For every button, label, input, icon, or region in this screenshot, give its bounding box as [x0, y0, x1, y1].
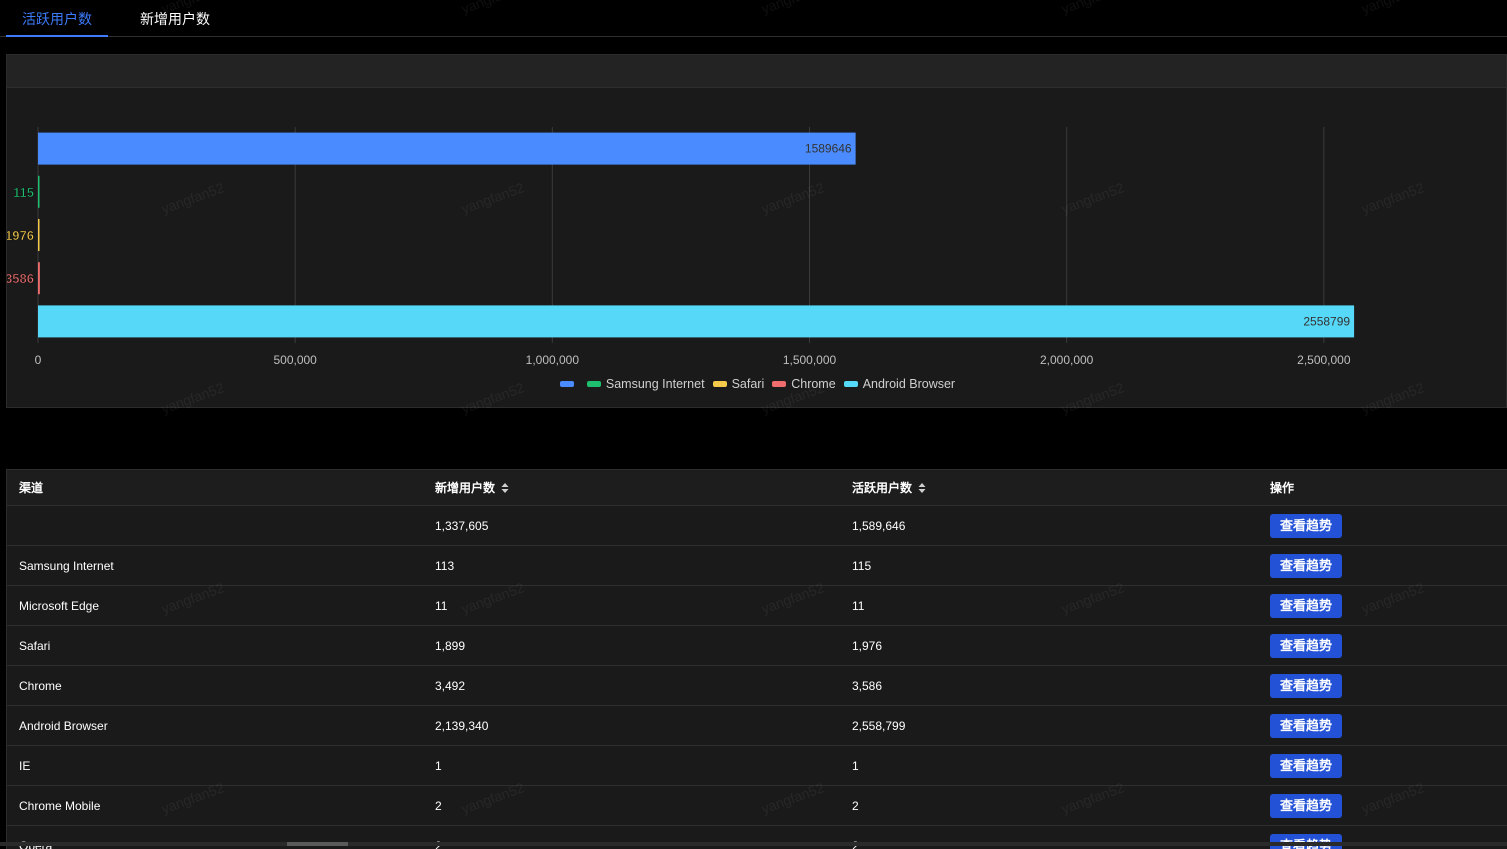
bar [38, 262, 40, 294]
cell-active-users: 3,586 [852, 666, 882, 705]
legend-item[interactable]: Android Browser [844, 377, 955, 391]
view-trend-button[interactable]: 查看趋势 [1270, 794, 1342, 818]
legend-item[interactable]: Safari [713, 377, 765, 391]
cell-channel: Chrome [19, 666, 62, 705]
cell-action: 查看趋势 [1270, 746, 1342, 785]
cell-action: 查看趋势 [1270, 626, 1342, 665]
legend-swatch [560, 381, 574, 387]
bar-value-label: 1589646 [805, 142, 852, 156]
bar-chart: 0 500,000 1,000,000 1,500,000 2,000,000 2,500… [7, 55, 1507, 409]
cell-action: 查看趋势 [1270, 546, 1342, 585]
table-row: 1,337,605 1,589,646 查看趋势 [7, 506, 1507, 546]
bar-value-label: 1976 [7, 228, 34, 243]
table-row: Microsoft Edge 11 11 查看趋势 [7, 586, 1507, 626]
bar-value-label: 3586 [7, 271, 34, 286]
cell-action: 查看趋势 [1270, 786, 1342, 825]
table-row: Safari 1,899 1,976 查看趋势 [7, 626, 1507, 666]
tab-bar: 活跃用户数 新增用户数 [0, 0, 1507, 37]
cell-channel: Samsung Internet [19, 546, 114, 585]
sort-icon[interactable] [918, 482, 926, 494]
cell-action: 查看趋势 [1270, 706, 1342, 745]
header-action: 操作 [1270, 470, 1294, 505]
tab-new-users[interactable]: 新增用户数 [124, 0, 226, 37]
legend-label: Safari [732, 377, 765, 391]
legend-swatch [587, 381, 601, 387]
bar-value-label: 115 [13, 185, 34, 200]
cell-new-users: 1 [435, 746, 442, 785]
view-trend-button[interactable]: 查看趋势 [1270, 714, 1342, 738]
x-tick-label: 1,000,000 [526, 353, 580, 367]
legend-item[interactable]: Chrome [772, 377, 835, 391]
bar [38, 133, 856, 165]
chart-panel: 0 500,000 1,000,000 1,500,000 2,000,000 2,500… [6, 54, 1507, 408]
cell-active-users: 11 [852, 586, 864, 625]
x-tick-label: 0 [35, 353, 42, 367]
cell-channel: Microsoft Edge [19, 586, 99, 625]
legend-item[interactable] [560, 381, 579, 387]
table-header-row: 渠道 新增用户数 活跃用户数 操作 [7, 470, 1507, 506]
x-tick-label: 500,000 [273, 353, 317, 367]
legend-swatch [713, 381, 727, 387]
cell-channel: IE [19, 746, 30, 785]
view-trend-button[interactable]: 查看趋势 [1270, 514, 1342, 538]
cell-channel: Android Browser [19, 706, 108, 745]
cell-active-users: 1,976 [852, 626, 882, 665]
view-trend-button[interactable]: 查看趋势 [1270, 594, 1342, 618]
cell-channel: Safari [19, 626, 50, 665]
chart-legend: Samsung Internet Safari Chrome Android Brow… [7, 376, 1507, 391]
legend-item[interactable]: Samsung Internet [587, 377, 705, 391]
bar [38, 305, 1354, 337]
cell-active-users: 2,558,799 [852, 706, 905, 745]
cell-new-users: 1,337,605 [435, 506, 488, 545]
legend-label: Android Browser [863, 377, 955, 391]
header-new-users-label: 新增用户数 [435, 479, 495, 496]
header-new-users[interactable]: 新增用户数 [435, 470, 509, 505]
scrollbar-thumb[interactable] [287, 842, 348, 846]
view-trend-button[interactable]: 查看趋势 [1270, 754, 1342, 778]
table-row: Samsung Internet 113 115 查看趋势 [7, 546, 1507, 586]
cell-new-users: 2,139,340 [435, 706, 488, 745]
cell-new-users: 11 [435, 586, 447, 625]
cell-new-users: 113 [435, 546, 454, 585]
sort-icon[interactable] [501, 482, 509, 494]
bar-value-label: 2558799 [1303, 314, 1350, 328]
cell-channel: Chrome Mobile [19, 786, 100, 825]
bar [38, 176, 40, 208]
legend-swatch [772, 381, 786, 387]
table-row: Chrome Mobile 2 2 查看趋势 [7, 786, 1507, 826]
cell-action: 查看趋势 [1270, 586, 1342, 625]
legend-label: Samsung Internet [606, 377, 705, 391]
legend-label: Chrome [791, 377, 835, 391]
x-tick-label: 2,500,000 [1297, 353, 1351, 367]
tab-active-users[interactable]: 活跃用户数 [6, 0, 108, 37]
view-trend-button[interactable]: 查看趋势 [1270, 634, 1342, 658]
x-tick-label: 2,000,000 [1040, 353, 1094, 367]
bar [38, 219, 40, 251]
view-trend-button[interactable]: 查看趋势 [1270, 554, 1342, 578]
table-row: Chrome 3,492 3,586 查看趋势 [7, 666, 1507, 706]
view-trend-button[interactable]: 查看趋势 [1270, 674, 1342, 698]
cell-action: 查看趋势 [1270, 506, 1342, 545]
legend-swatch [844, 381, 858, 387]
cell-action: 查看趋势 [1270, 666, 1342, 705]
cell-active-users: 1,589,646 [852, 506, 905, 545]
x-tick-label: 1,500,000 [783, 353, 837, 367]
header-channel: 渠道 [19, 470, 43, 505]
cell-active-users: 2 [852, 786, 859, 825]
data-table: 渠道 新增用户数 活跃用户数 操作 1,337,605 1,589,646 查看趋势… [6, 469, 1507, 849]
table-row: IE 1 1 查看趋势 [7, 746, 1507, 786]
table-row: Android Browser 2,139,340 2,558,799 查看趋势 [7, 706, 1507, 746]
cell-active-users: 1 [852, 746, 859, 785]
cell-new-users: 1,899 [435, 626, 465, 665]
cell-active-users: 115 [852, 546, 871, 585]
cell-new-users: 2 [435, 786, 442, 825]
cell-new-users: 3,492 [435, 666, 465, 705]
header-active-users-label: 活跃用户数 [852, 479, 912, 496]
horizontal-scrollbar[interactable] [0, 842, 1507, 846]
header-active-users[interactable]: 活跃用户数 [852, 470, 926, 505]
